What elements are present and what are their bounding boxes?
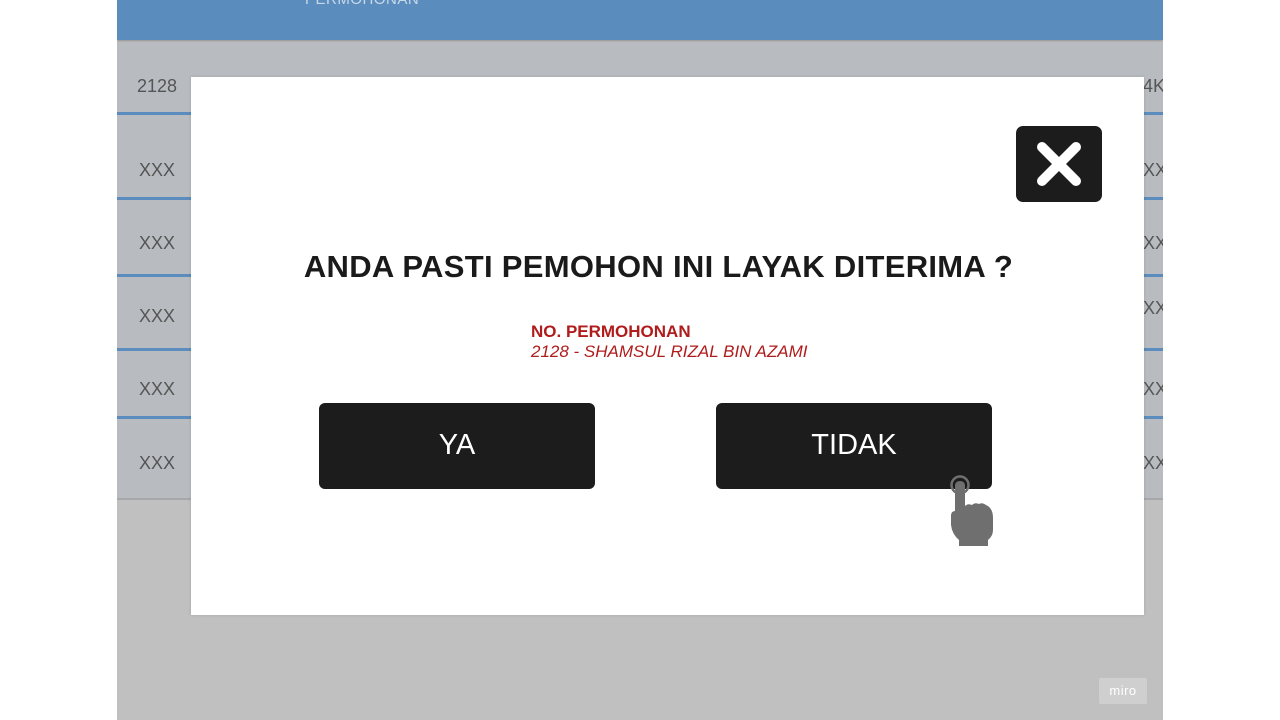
application-number-label: NO. PERMOHONAN <box>531 322 691 341</box>
table-cell-id: 2128 <box>136 76 178 96</box>
table-cell-id: XXX <box>138 453 176 473</box>
header-label: PERMOHONAN <box>305 0 419 8</box>
hand-pointer-icon <box>944 474 996 553</box>
table-cell-id: XXX <box>138 233 176 253</box>
table-cell-right: XX <box>1143 379 1163 399</box>
table-cell-right: 4K <box>1143 76 1163 96</box>
close-button[interactable] <box>1016 126 1102 202</box>
application-info: NO. PERMOHONAN 2128 - SHAMSUL RIZAL BIN … <box>531 322 808 362</box>
table-cell-right: XX <box>1143 298 1163 318</box>
miro-watermark: miro <box>1099 678 1147 704</box>
table-cell-right: XX <box>1143 453 1163 473</box>
header-bar: PERMOHONAN <box>117 0 1163 40</box>
table-cell-id: XXX <box>138 160 176 180</box>
yes-button[interactable]: YA <box>319 403 595 489</box>
dialog-title: ANDA PASTI PEMOHON INI LAYAK DITERIMA ? <box>303 249 1014 284</box>
table-cell-right: XX <box>1143 233 1163 253</box>
table-cell-right: XX <box>1143 160 1163 180</box>
table-cell-id: XXX <box>138 306 176 326</box>
close-x-icon <box>1037 142 1081 186</box>
confirm-dialog: ANDA PASTI PEMOHON INI LAYAK DITERIMA ? … <box>191 77 1144 615</box>
table-cell-id: XXX <box>138 379 176 399</box>
application-number-value: 2128 - SHAMSUL RIZAL BIN AZAMI <box>531 342 808 361</box>
